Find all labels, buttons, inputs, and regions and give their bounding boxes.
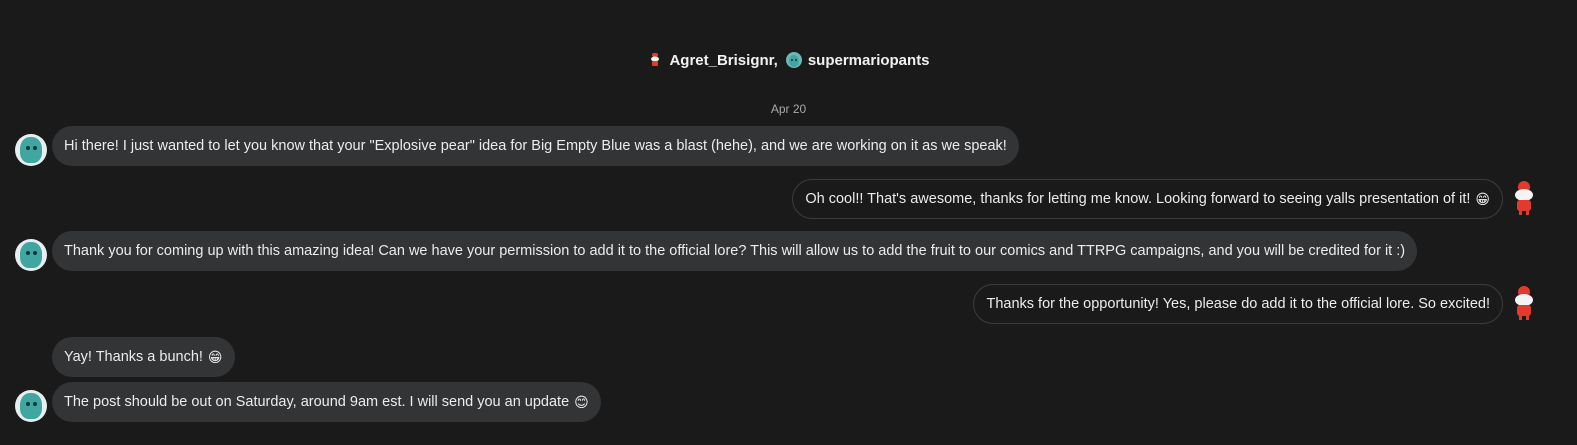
outgoing-message-bubble[interactable]: Oh cool!! That's awesome, thanks for let…: [792, 179, 1503, 219]
message-text: The post should be out on Saturday, arou…: [64, 394, 570, 410]
incoming-message-bubble[interactable]: Hi there! I just wanted to let you know …: [52, 126, 1019, 166]
message-text: Hi there! I just wanted to let you know …: [64, 138, 1007, 154]
grin-emoji-icon: 😁: [1475, 190, 1490, 207]
avatar-icon[interactable]: [1511, 181, 1537, 215]
chat-window: Agret_Brisignr, supermariopants Apr 20 H…: [0, 0, 1577, 445]
message-row: The post should be out on Saturday, arou…: [0, 382, 1577, 422]
message-row: Thanks for the opportunity! Yes, please …: [0, 284, 1577, 324]
incoming-message-bubble[interactable]: Yay! Thanks a bunch! 😁: [52, 337, 235, 377]
user1-name[interactable]: Agret_Brisignr,: [669, 52, 777, 69]
message-text: Yay! Thanks a bunch!: [64, 349, 203, 365]
avatar-icon[interactable]: [15, 134, 47, 166]
message-text: Oh cool!! That's awesome, thanks for let…: [805, 191, 1471, 207]
incoming-message-bubble[interactable]: Thank you for coming up with this amazin…: [52, 231, 1418, 271]
date-divider: Apr 20: [770, 102, 807, 116]
avatar-icon[interactable]: [15, 390, 47, 422]
message-text: Thanks for the opportunity! Yes, please …: [986, 296, 1490, 312]
user2-name[interactable]: supermariopants: [808, 52, 930, 69]
incoming-message-bubble[interactable]: The post should be out on Saturday, arou…: [52, 382, 601, 422]
user2-avatar-icon: [785, 52, 802, 68]
user1-avatar-icon: [647, 52, 664, 68]
outgoing-message-bubble[interactable]: Thanks for the opportunity! Yes, please …: [973, 284, 1503, 324]
message-row: Yay! Thanks a bunch! 😁: [0, 337, 1577, 377]
message-row: Thank you for coming up with this amazin…: [0, 231, 1577, 271]
avatar-icon[interactable]: [1511, 286, 1537, 320]
message-row: Oh cool!! That's awesome, thanks for let…: [0, 179, 1577, 219]
message-text: Thank you for coming up with this amazin…: [64, 243, 1406, 259]
message-row: Hi there! I just wanted to let you know …: [0, 126, 1577, 166]
smile-emoji-icon: 😊: [574, 393, 589, 410]
chat-header: Agret_Brisignr, supermariopants: [0, 49, 1577, 71]
avatar-icon[interactable]: [15, 239, 47, 271]
grin-emoji-icon: 😁: [207, 348, 223, 365]
